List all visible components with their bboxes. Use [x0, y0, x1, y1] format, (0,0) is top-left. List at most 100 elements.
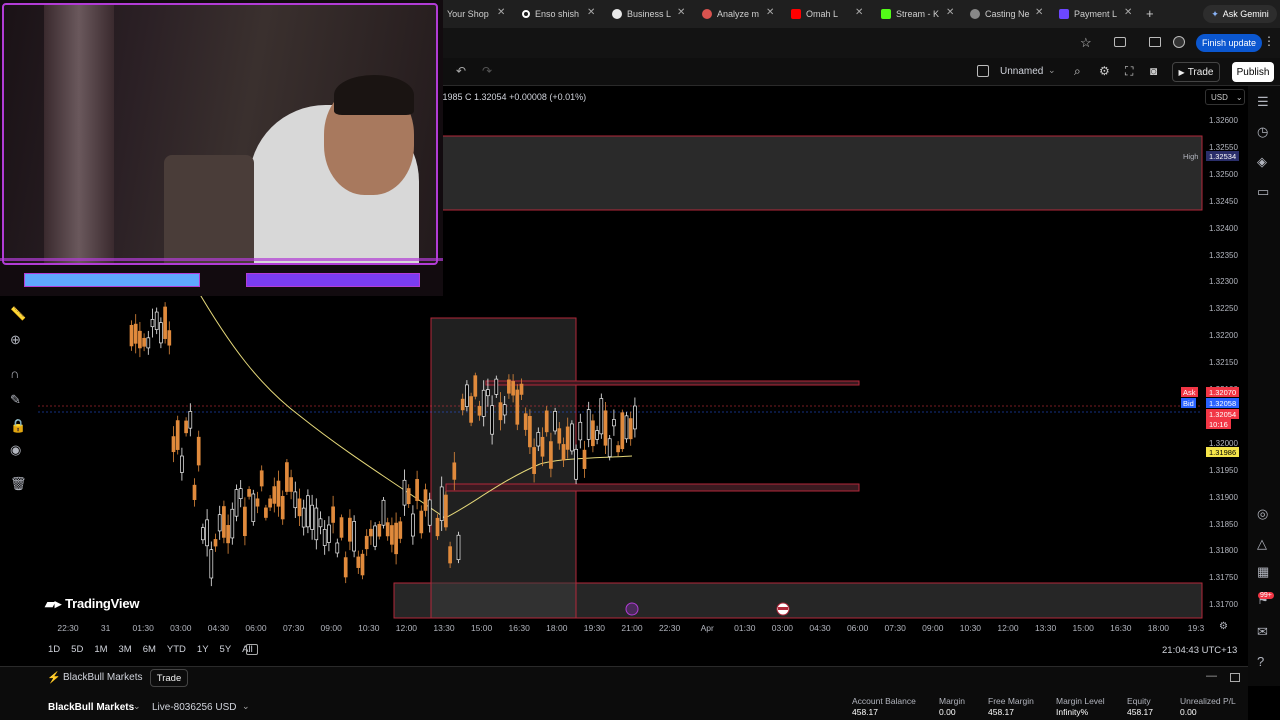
close-icon[interactable]: ✕ [677, 8, 685, 18]
bookmark-star-icon[interactable]: ☆ [1080, 35, 1092, 51]
currency-select[interactable]: USD ⌄ [1205, 89, 1245, 105]
layout-icon[interactable] [977, 65, 989, 77]
alerts-clock-icon[interactable]: ◷ [1257, 124, 1268, 140]
tab-casting[interactable]: Casting Ne [970, 4, 1032, 24]
close-icon[interactable]: ✕ [946, 8, 954, 18]
time-tick: 09:00 [922, 623, 944, 633]
candle-body [515, 389, 520, 425]
target-icon[interactable]: ◎ [1257, 506, 1268, 522]
install-app-icon[interactable] [1114, 37, 1126, 47]
webcam-chair-shape [164, 155, 254, 263]
candle-body [322, 529, 327, 546]
range-button[interactable]: 5Y [220, 644, 232, 655]
gemini-icon: ✦ [1211, 8, 1219, 19]
chat-icon[interactable]: ▭ [1257, 184, 1269, 200]
trade-button[interactable]: ▶ Trade [1172, 62, 1220, 82]
account-broker[interactable]: BlackBull Markets [48, 702, 134, 713]
chevron-down-icon[interactable]: ⌄ [242, 701, 250, 712]
close-icon[interactable]: ✕ [855, 8, 863, 18]
layers-icon[interactable]: ◈ [1257, 154, 1267, 170]
new-tab-button[interactable]: + [1146, 6, 1154, 21]
time-tick: 18:00 [1147, 623, 1170, 633]
layout-name[interactable]: Unnamed [1000, 66, 1043, 77]
quick-search-icon[interactable]: ⌕ [1074, 64, 1081, 79]
close-icon[interactable]: ✕ [766, 8, 774, 18]
panel-trade-button[interactable]: Trade [150, 669, 188, 687]
tab-analyze[interactable]: Analyze m [702, 4, 764, 24]
range-button[interactable]: YTD [167, 644, 186, 655]
chevron-down-icon[interactable]: ⌄ [133, 701, 141, 712]
range-button[interactable]: 1D [48, 644, 60, 655]
economic-event-icon[interactable] [625, 602, 639, 616]
range-button[interactable]: 3M [119, 644, 132, 655]
range-box-top[interactable] [485, 380, 860, 386]
axis-settings-icon[interactable]: ⚙ [1219, 621, 1228, 632]
maximize-panel-icon[interactable] [1230, 673, 1240, 682]
magnet-icon[interactable]: ∩ [10, 366, 19, 381]
close-icon[interactable]: ✕ [587, 8, 595, 18]
tab-stream[interactable]: Stream - K [881, 4, 943, 24]
publish-button[interactable]: Publish [1232, 62, 1274, 82]
tab-payment[interactable]: Payment L [1059, 4, 1119, 24]
eye-icon[interactable]: ◉ [10, 442, 21, 458]
trash-icon[interactable]: 🗑 [10, 476, 27, 492]
utc-clock[interactable]: 21:04:43 UTC+13 [1162, 645, 1237, 656]
time-tick: 19:3 [1187, 623, 1205, 633]
close-icon[interactable]: ✕ [497, 8, 505, 18]
chevron-down-icon[interactable]: ⌄ [1048, 65, 1056, 76]
close-icon[interactable]: ✕ [1124, 8, 1132, 18]
redo-icon[interactable]: ↷ [482, 64, 492, 78]
watchlist-icon[interactable]: ☰ [1257, 94, 1269, 110]
pencil-lock-icon[interactable]: ✎ [10, 392, 21, 408]
time-tick: 18:00 [546, 623, 568, 633]
range-button[interactable]: 1M [94, 644, 107, 655]
more-menu-icon[interactable]: ⋮ [1263, 34, 1275, 48]
candle-body [507, 379, 511, 394]
fullscreen-icon[interactable]: ⛶ [1125, 64, 1133, 79]
tab-label: Your Shop [447, 9, 489, 19]
ask-gemini-button[interactable]: ✦ Ask Gemini [1203, 5, 1277, 23]
tab-enso-shish[interactable]: Enso shish [522, 4, 586, 24]
range-box-bottom[interactable] [445, 483, 860, 492]
candle-body [423, 489, 428, 511]
candle-body [289, 477, 293, 492]
lock-icon[interactable]: 🔒 [10, 418, 26, 434]
minimize-panel-icon[interactable]: — [1206, 670, 1217, 682]
currency-label: USD [1211, 92, 1228, 102]
profile-avatar-icon[interactable] [1173, 36, 1185, 48]
range-button[interactable]: 6M [143, 644, 156, 655]
notifications-icon[interactable]: ✉ [1257, 624, 1268, 640]
zoom-in-icon[interactable]: ⊕ [10, 332, 21, 348]
candle-body [460, 398, 465, 411]
undo-icon[interactable]: ↶ [456, 64, 466, 78]
supply-zone[interactable] [439, 135, 1203, 211]
triangle-icon[interactable]: △ [1257, 536, 1267, 552]
account-stat: Account Balance 458.17 [852, 696, 916, 718]
drawing-toolbar: 📏 ⊕ ∩ ✎ 🔒 ◉ 🗑 [0, 296, 36, 596]
webcam-frame [2, 3, 438, 265]
tab-your-shop[interactable]: Your Shop [447, 4, 499, 24]
range-button[interactable]: 5D [71, 644, 83, 655]
stat-value: 458.17 [1127, 707, 1153, 717]
broker-name[interactable]: BlackBull Markets [63, 672, 142, 683]
range-button[interactable]: 1Y [197, 644, 209, 655]
price-tick: 1.32200 [1209, 331, 1238, 341]
price-tick: 1.32250 [1209, 304, 1238, 314]
account-id[interactable]: Live-8036256 USD [152, 702, 237, 713]
candle-body [498, 402, 503, 421]
close-icon[interactable]: ✕ [1035, 8, 1043, 18]
finish-update-button[interactable]: Finish update [1196, 34, 1262, 52]
camera-snapshot-icon[interactable]: ◙ [1150, 64, 1157, 78]
tab-business[interactable]: Business L [612, 4, 676, 24]
time-tick: 03:00 [771, 623, 794, 633]
high-tag: High [1183, 151, 1199, 161]
settings-gear-icon[interactable]: ⚙ [1099, 64, 1110, 78]
ruler-icon[interactable]: 📏 [10, 306, 26, 322]
help-icon[interactable]: ? [1257, 654, 1264, 669]
calendar-icon[interactable]: ▦ [1257, 564, 1269, 580]
go-to-date-icon[interactable] [246, 644, 258, 655]
media-controls-icon[interactable] [1149, 37, 1161, 47]
candle-body [599, 398, 604, 435]
tab-omah[interactable]: Omah L [791, 4, 853, 24]
candle-body [511, 381, 515, 396]
